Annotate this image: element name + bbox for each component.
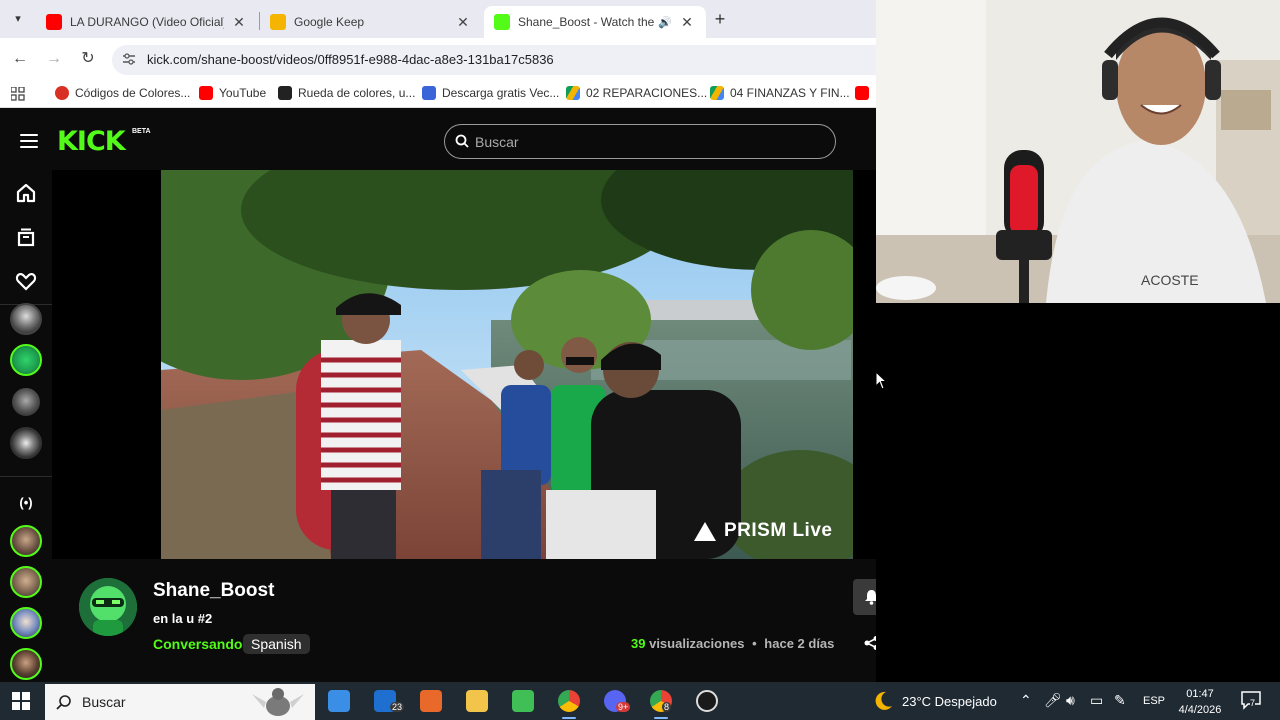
- site-info-icon[interactable]: [122, 52, 136, 66]
- home-icon[interactable]: [14, 181, 38, 205]
- tab-shane-boost[interactable]: Shane_Boost - Watch the V 🔊 ✕: [484, 6, 706, 38]
- input-language[interactable]: ESP: [1143, 695, 1165, 707]
- youtube-icon: [855, 86, 869, 100]
- mail-badge: 23: [390, 702, 405, 712]
- system-clock[interactable]: 01:47 4/4/2026: [1175, 686, 1225, 718]
- bookmark-codigos-colores[interactable]: Códigos de Colores...: [55, 86, 190, 100]
- bookmark-youtube-2[interactable]: [855, 86, 875, 100]
- media-player-icon[interactable]: [420, 690, 442, 712]
- followed-channel-avatar[interactable]: [10, 386, 42, 418]
- bookmark-icon: [422, 86, 436, 100]
- back-icon[interactable]: ←: [9, 48, 31, 70]
- taskbar-search-placeholder: Buscar: [82, 694, 126, 710]
- tab-la-durango[interactable]: LA DURANGO (Video Oficial) - ✕: [36, 6, 258, 38]
- recommended-channel-avatar[interactable]: [10, 566, 42, 598]
- clock-time: 01:47: [1186, 688, 1214, 700]
- reload-icon[interactable]: ↻: [77, 48, 99, 70]
- obs-studio-icon[interactable]: [696, 690, 718, 712]
- video-frame[interactable]: [161, 170, 853, 559]
- webcam-overlay: ACOSTE: [876, 0, 1280, 303]
- tab-search-chevron-icon[interactable]: ▾: [8, 9, 28, 29]
- bookmark-descarga-vectores[interactable]: Descarga gratis Vec...: [422, 86, 559, 100]
- close-tab-icon[interactable]: ✕: [230, 14, 248, 31]
- followed-channel-avatar[interactable]: [10, 344, 42, 376]
- recommended-channel-avatar[interactable]: [10, 607, 42, 639]
- volume-icon[interactable]: 🔊︎: [1066, 692, 1075, 709]
- android-studio-icon[interactable]: [512, 690, 534, 712]
- close-tab-icon[interactable]: ✕: [678, 14, 696, 31]
- browse-icon[interactable]: [14, 225, 38, 249]
- prism-logo-icon: [694, 521, 716, 541]
- view-count: 39: [631, 636, 646, 651]
- channel-avatar[interactable]: [79, 578, 137, 636]
- followed-channel-avatar[interactable]: [10, 427, 42, 459]
- clock-date: 4/4/2026: [1178, 704, 1222, 716]
- video-title: en la u #2: [153, 611, 213, 626]
- search-icon: [455, 134, 469, 148]
- microsoft-store-icon[interactable]: [328, 690, 350, 712]
- tab-google-keep[interactable]: Google Keep ✕: [260, 6, 482, 38]
- video-age: hace 2 días: [764, 636, 835, 651]
- recommended-channel-avatar[interactable]: [10, 525, 42, 557]
- active-app-indicator: [654, 717, 668, 719]
- live-broadcast-icon[interactable]: (•): [14, 491, 38, 515]
- mouse-cursor-icon: [876, 372, 888, 390]
- windows-start-icon[interactable]: [12, 692, 30, 710]
- chrome-profile-badge: 8: [662, 702, 672, 712]
- search-placeholder: Buscar: [475, 134, 519, 150]
- apps-grid-icon[interactable]: [11, 87, 25, 101]
- bookmark-rueda-colores[interactable]: Rueda de colores, u...: [278, 86, 415, 100]
- views-label: visualizaciones: [649, 636, 745, 651]
- video-stats: 39 visualizaciones • hace 2 días: [631, 636, 834, 651]
- menu-icon[interactable]: [20, 134, 38, 148]
- discord-badge: 9+: [616, 702, 631, 712]
- kick-icon: [494, 14, 510, 30]
- sidebar-divider: [0, 476, 52, 477]
- channel-name[interactable]: Shane_Boost: [153, 580, 274, 602]
- black-background: [876, 303, 1280, 682]
- show-hidden-icons-icon[interactable]: ⌃: [1020, 692, 1032, 709]
- stats-separator: •: [752, 636, 757, 651]
- active-app-indicator: [562, 717, 576, 719]
- file-explorer-icon[interactable]: [466, 690, 488, 712]
- prism-live-watermark: PRISM Live: [694, 520, 832, 542]
- kick-logo[interactable]: KICK: [57, 126, 126, 157]
- url-text[interactable]: kick.com/shane-boost/videos/0ff8951f-e98…: [147, 52, 554, 67]
- notification-count: 7: [1250, 698, 1256, 708]
- google-drive-icon: [566, 86, 580, 100]
- search-highlight-bird-icon: [252, 688, 304, 716]
- bookmark-youtube[interactable]: YouTube: [199, 86, 266, 100]
- language-tag[interactable]: Spanish: [243, 634, 310, 654]
- recommended-channel-avatar[interactable]: [10, 648, 42, 680]
- google-drive-icon: [710, 86, 724, 100]
- bookmark-icon: [55, 86, 69, 100]
- svg-text:ACOSTE: ACOSTE: [1141, 272, 1199, 288]
- forward-icon[interactable]: →: [43, 48, 65, 70]
- chrome-icon[interactable]: [558, 690, 580, 712]
- bookmark-finanzas[interactable]: 04 FINANZAS Y FIN...: [710, 86, 850, 100]
- network-icon[interactable]: ▭: [1090, 692, 1103, 709]
- youtube-icon: [199, 86, 213, 100]
- beta-label: BETA: [132, 128, 151, 135]
- desktop-screen: ▾ LA DURANGO (Video Oficial) - ✕ Google …: [0, 0, 1280, 720]
- following-heart-icon[interactable]: [14, 269, 38, 293]
- close-tab-icon[interactable]: ✕: [454, 14, 472, 31]
- youtube-icon: [46, 14, 62, 30]
- google-keep-icon: [270, 14, 286, 30]
- bookmark-icon: [278, 86, 292, 100]
- speaker-icon[interactable]: 🔊: [658, 16, 672, 29]
- search-icon: [56, 695, 71, 710]
- followed-channel-avatar[interactable]: [10, 303, 42, 335]
- notification-center-icon[interactable]: 7: [1240, 690, 1262, 710]
- new-tab-button[interactable]: +: [710, 9, 730, 29]
- bookmark-reparaciones[interactable]: 02 REPARACIONES...: [566, 86, 707, 100]
- weather-text[interactable]: 23°C Despejado: [902, 694, 997, 709]
- microphone-icon[interactable]: 🎤︎: [1044, 692, 1062, 709]
- moon-icon[interactable]: [872, 690, 894, 712]
- category-link[interactable]: Conversando: [153, 636, 242, 652]
- pen-icon[interactable]: ✎: [1114, 692, 1126, 709]
